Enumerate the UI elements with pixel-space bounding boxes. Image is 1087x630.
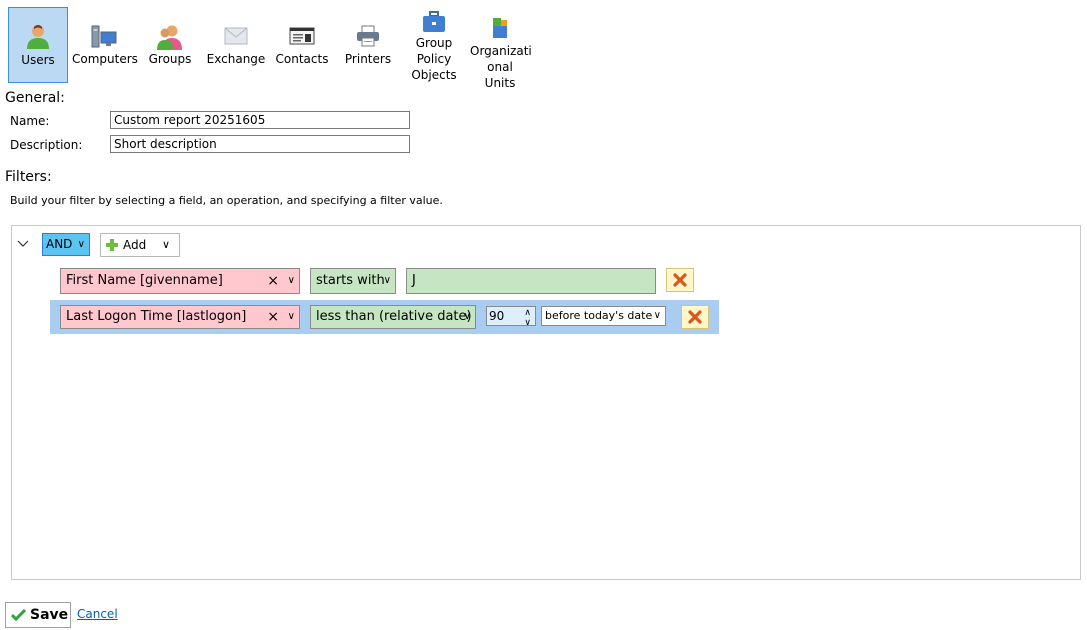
toolbar-printers-button[interactable]: Printers	[338, 7, 398, 83]
filter-operation-value: starts with	[316, 273, 385, 288]
delete-filter-button[interactable]	[681, 305, 709, 329]
clear-icon[interactable]: ×	[267, 306, 279, 328]
checkmark-icon	[11, 609, 26, 621]
mail-icon	[224, 27, 248, 45]
toolbar-contacts-button[interactable]: Contacts	[272, 7, 332, 83]
relative-days-value: 90	[489, 309, 505, 323]
toolbar-users-button[interactable]: Users	[8, 7, 68, 83]
relative-days-stepper[interactable]: 90 ∧ ∨	[486, 306, 536, 328]
group-icon	[157, 25, 182, 50]
chevron-down-icon: ∨	[287, 275, 295, 286]
general-section-title: General:	[5, 90, 65, 106]
save-button[interactable]: Save	[5, 602, 71, 628]
description-label: Description:	[10, 138, 83, 152]
delete-filter-button[interactable]	[666, 268, 694, 292]
toolbar-label: Contacts	[275, 52, 329, 66]
filter-field-dropdown[interactable]: Last Logon Time [lastlogon] × ∨	[60, 305, 300, 329]
org-unit-icon	[493, 18, 507, 38]
toolbar-label: onal Units	[484, 60, 516, 90]
printer-icon	[357, 25, 379, 47]
add-filter-dropdown[interactable]: Add ∨	[100, 233, 180, 257]
briefcase-icon	[423, 11, 445, 32]
delete-x-icon	[673, 273, 687, 287]
filter-operation-dropdown[interactable]: starts with ∨	[310, 268, 396, 294]
filter-field-value: First Name [givenname]	[66, 273, 223, 288]
toolbar-label: Group	[415, 36, 453, 50]
toolbar-label: Printers	[344, 52, 392, 66]
relative-date-unit-dropdown[interactable]: before today's date ∨	[541, 306, 666, 326]
filter-field-value: Last Logon Time [lastlogon]	[66, 309, 247, 324]
plus-icon	[106, 239, 118, 251]
toolbar-label: Computers	[72, 52, 138, 66]
toolbar-computers-button[interactable]: Computers	[72, 7, 138, 83]
clear-icon[interactable]: ×	[267, 269, 279, 293]
filters-section-title: Filters:	[5, 169, 52, 185]
contact-card-icon	[289, 27, 315, 45]
toolbar-label: Organizati	[470, 44, 532, 58]
filter-operation-dropdown[interactable]: less than (relative date) ∨	[310, 305, 476, 329]
toolbar-label: Users	[21, 53, 55, 67]
name-input[interactable]: Custom report 20251605	[110, 111, 410, 129]
toolbar-label: Policy	[416, 52, 452, 66]
chevron-down-icon: ∨	[653, 307, 661, 325]
computer-icon	[91, 25, 117, 48]
toolbar-org-units-button[interactable]: Organizati onal Units	[470, 7, 532, 90]
cancel-link[interactable]: Cancel	[77, 607, 118, 621]
toolbar-gpo-button[interactable]: Group Policy Objects	[404, 7, 464, 83]
name-label: Name:	[10, 114, 50, 128]
toolbar-label: Objects	[411, 68, 457, 82]
logic-operator-value: AND	[46, 237, 73, 251]
collapse-chevron-icon[interactable]	[17, 240, 29, 248]
chevron-down-icon: ∨	[161, 238, 170, 251]
user-icon	[27, 25, 49, 49]
filter-operation-value: less than (relative date)	[316, 309, 472, 324]
add-label: Add	[123, 238, 147, 252]
toolbar-groups-button[interactable]: Groups	[140, 7, 200, 83]
filter-value-input[interactable]: J	[406, 268, 656, 294]
chevron-down-icon: ∨	[287, 311, 295, 322]
description-input[interactable]: Short description	[110, 135, 410, 153]
toolbar-exchange-button[interactable]: Exchange	[204, 7, 268, 83]
filter-field-dropdown[interactable]: First Name [givenname] × ∨	[60, 268, 300, 294]
logic-operator-dropdown[interactable]: AND ∨	[42, 233, 90, 256]
filters-hint: Build your filter by selecting a field, …	[10, 194, 443, 207]
relative-date-unit-value: before today's date	[545, 309, 653, 322]
chevron-down-icon: ∨	[77, 239, 85, 250]
toolbar-label: Exchange	[206, 52, 266, 66]
stepper-down-icon[interactable]: ∨	[524, 314, 531, 332]
chevron-down-icon: ∨	[463, 311, 471, 322]
save-label: Save	[30, 607, 69, 623]
toolbar-label: Groups	[148, 52, 192, 66]
delete-x-icon	[688, 310, 702, 324]
chevron-down-icon: ∨	[383, 275, 391, 286]
